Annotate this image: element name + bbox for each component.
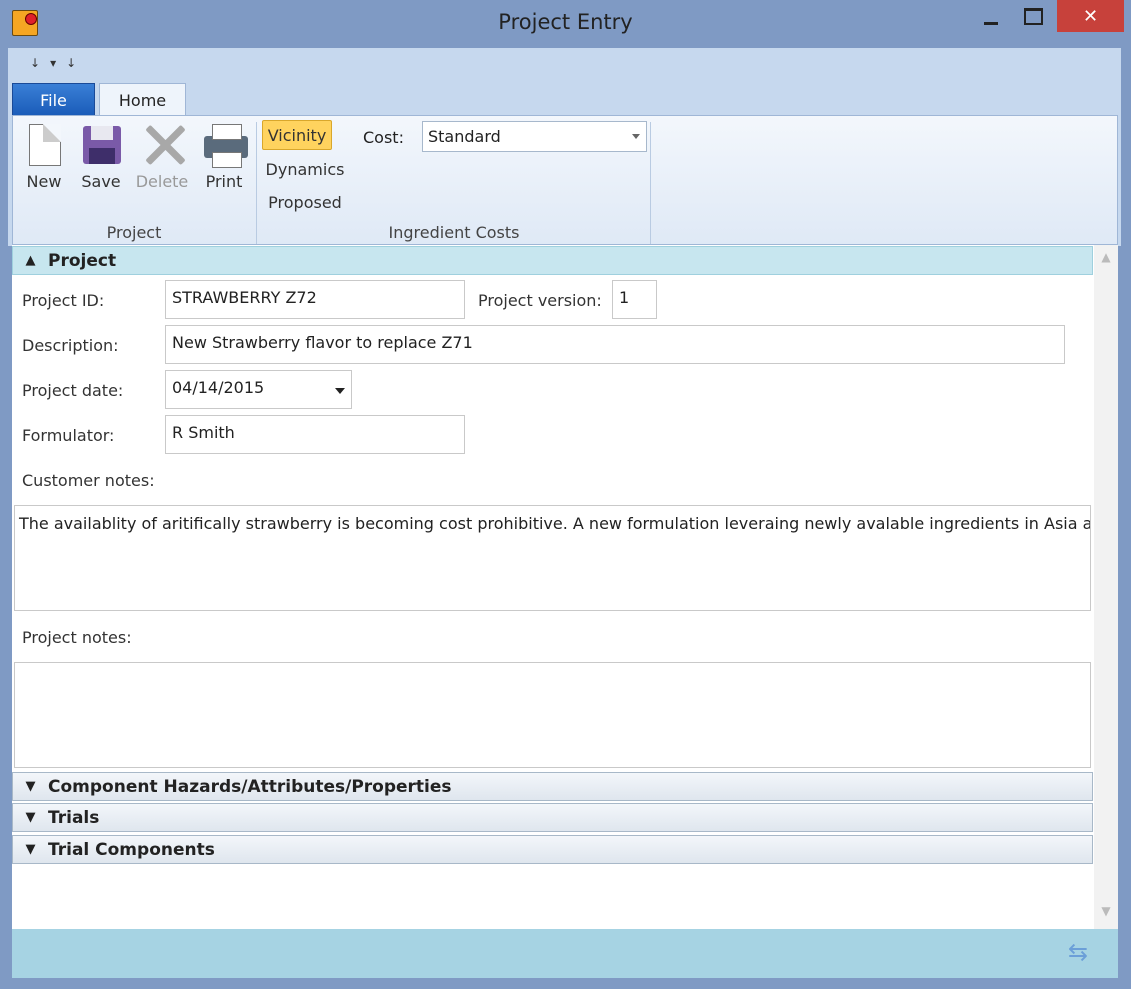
project-date-picker[interactable]: 04/14/2015 — [165, 370, 352, 409]
floppy-disk-icon — [81, 122, 121, 166]
section-header-component-hazards[interactable]: ▼ Component Hazards/Attributes/Propertie… — [12, 772, 1093, 801]
project-id-label: Project ID: — [22, 291, 105, 310]
customer-notes-label: Customer notes: — [22, 471, 155, 490]
group-label-ingredient-costs: Ingredient Costs — [388, 223, 520, 242]
close-button[interactable]: ✕ — [1057, 0, 1124, 32]
project-notes-textarea[interactable] — [14, 662, 1091, 768]
print-button[interactable]: Print — [200, 122, 248, 202]
section-header-trial-components[interactable]: ▼ Trial Components — [12, 835, 1093, 864]
save-button[interactable]: Save — [78, 122, 124, 202]
vertical-scrollbar[interactable] — [1094, 245, 1118, 929]
chevron-down-icon: ▼ — [25, 842, 36, 857]
section-header-project[interactable]: ▲ Project — [12, 246, 1093, 275]
toggle-dynamics[interactable]: Dynamics — [262, 154, 348, 184]
project-date-label: Project date: — [22, 381, 124, 400]
chevron-down-icon — [632, 134, 640, 139]
scroll-down-icon[interactable]: ▼ — [1094, 904, 1118, 924]
delete-x-icon — [142, 122, 182, 166]
tab-file[interactable]: File — [12, 83, 95, 116]
delete-button[interactable]: Delete — [134, 122, 190, 202]
tab-home[interactable]: Home — [99, 83, 186, 116]
printer-icon — [204, 122, 248, 168]
description-input[interactable]: New Strawberry flavor to replace Z71 — [165, 325, 1065, 364]
customer-notes-textarea[interactable]: The availablity of aritifically strawber… — [14, 505, 1091, 611]
save-button-label: Save — [81, 172, 121, 191]
minimize-button[interactable] — [966, 0, 1016, 32]
toggle-vicinity[interactable]: Vicinity — [262, 120, 332, 150]
project-date-value: 04/14/2015 — [172, 378, 265, 397]
chevron-down-icon: ▼ — [25, 810, 36, 825]
qat-undo-icon[interactable]: ↓ — [30, 56, 40, 70]
section-title: Trials — [48, 807, 100, 828]
chevron-down-icon: ▼ — [25, 779, 36, 794]
project-notes-label: Project notes: — [22, 628, 132, 647]
maximize-button[interactable] — [1010, 0, 1056, 32]
close-icon: ✕ — [1082, 5, 1099, 27]
project-version-label: Project version: — [478, 291, 602, 310]
group-separator — [650, 122, 651, 244]
new-button[interactable]: New — [20, 122, 68, 202]
print-button-label: Print — [205, 172, 243, 191]
section-header-trials[interactable]: ▼ Trials — [12, 803, 1093, 832]
section-title: Trial Components — [48, 839, 215, 860]
status-bar — [12, 929, 1118, 978]
cost-label: Cost: — [363, 128, 404, 147]
toggle-proposed[interactable]: Proposed — [262, 187, 348, 217]
chevron-down-icon — [335, 388, 345, 394]
section-title: Project — [48, 250, 117, 271]
section-title: Component Hazards/Attributes/Properties — [48, 776, 452, 797]
maximize-icon — [1023, 7, 1043, 25]
project-version-input[interactable]: 1 — [612, 280, 657, 319]
window-title: Project Entry — [498, 10, 633, 34]
delete-button-label: Delete — [135, 172, 189, 191]
new-document-icon — [24, 122, 64, 166]
group-label-project: Project — [106, 223, 162, 242]
formulator-label: Formulator: — [22, 426, 115, 445]
quick-access-toolbar: ↓ ▾ ↓ — [30, 56, 100, 76]
minimize-icon — [984, 21, 998, 25]
formulator-input[interactable]: R Smith — [165, 415, 465, 454]
cost-dropdown[interactable]: Standard — [422, 121, 647, 152]
description-label: Description: — [22, 336, 119, 355]
cost-dropdown-value: Standard — [428, 127, 501, 146]
project-id-input[interactable]: STRAWBERRY Z72 — [165, 280, 465, 319]
chevron-up-icon: ▲ — [25, 253, 36, 268]
qat-customize-icon[interactable]: ▾ — [50, 56, 56, 70]
sync-icon[interactable]: ⇆ — [1064, 938, 1092, 966]
scroll-up-icon[interactable]: ▲ — [1094, 250, 1118, 270]
qat-redo-icon[interactable]: ↓ — [66, 56, 76, 70]
new-button-label: New — [26, 172, 62, 191]
group-separator — [256, 122, 257, 244]
